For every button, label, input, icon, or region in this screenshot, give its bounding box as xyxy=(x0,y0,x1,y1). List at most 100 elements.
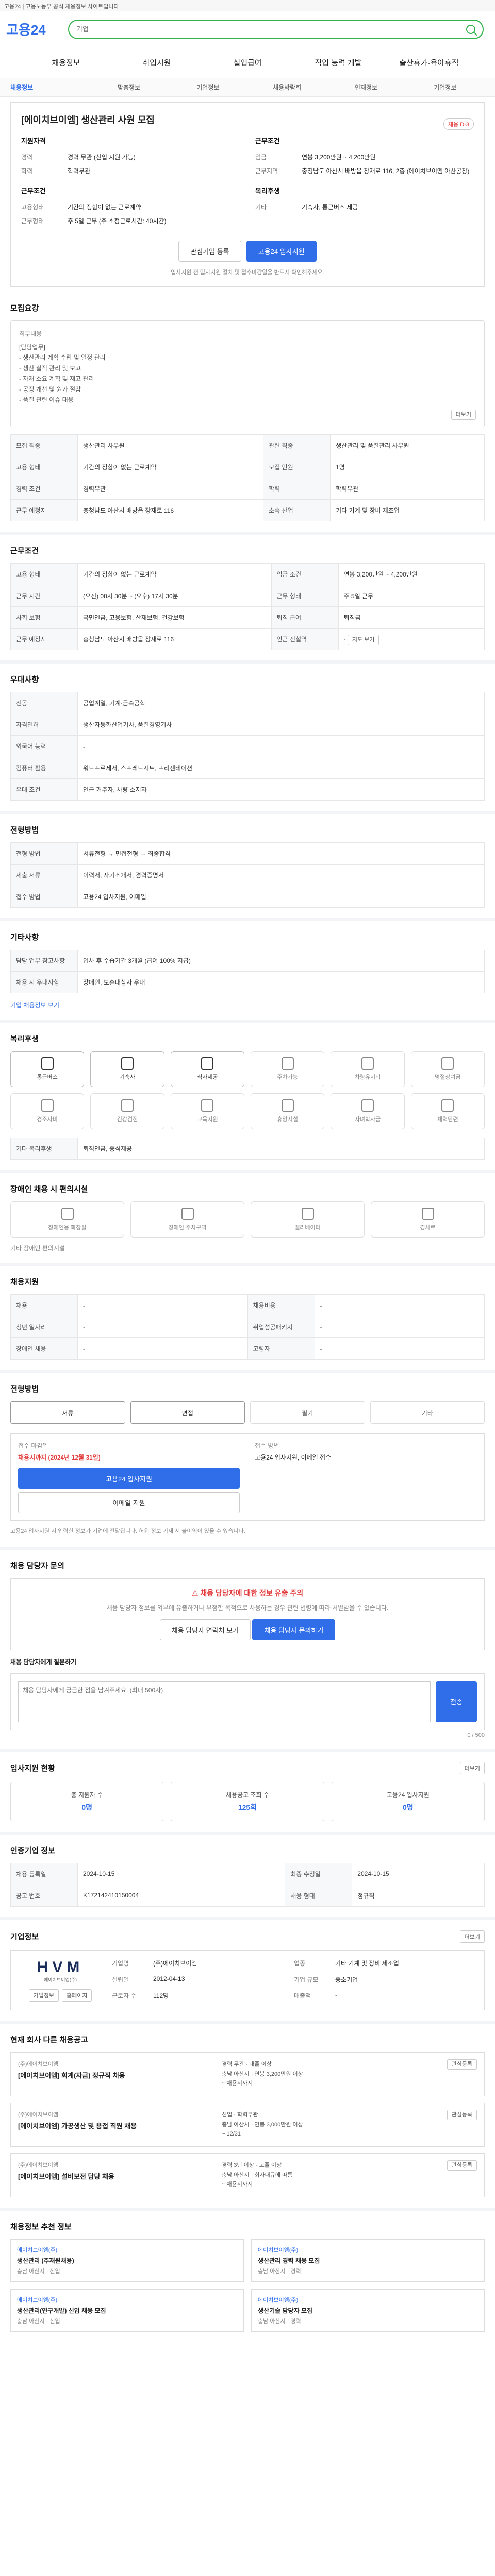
sub-nav: 채용정보 맞춤정보 기업정보 채용박람회 인재정보 기업정보 xyxy=(0,78,495,97)
welfare-item: 차량유지비 xyxy=(331,1051,405,1088)
table-header: 고용 형태 xyxy=(10,563,78,586)
apply-button[interactable]: 고용24 입사지원 xyxy=(246,241,317,262)
recommend-item[interactable]: 에이치브이엠(주) 생산기술 담당자 모집 충남 아산시 · 경력 xyxy=(251,2289,485,2332)
job-meta: 충남 아산시 · 회사내규에 따름 xyxy=(222,2172,293,2178)
stats-section: 입사지원 현황 더보기 총 지원자 수 0명 채용공고 조회 수 125회 고용24… xyxy=(0,1752,495,1835)
welfare-etc-table: 기타 복리후생 퇴직연금, 중식제공 xyxy=(10,1138,485,1160)
welfare-item: 명절상여금 xyxy=(410,1051,485,1088)
duty-more-button[interactable]: 더보기 xyxy=(451,410,476,420)
subnav-jobs[interactable]: 채용정보 xyxy=(10,83,89,92)
table-header: 컴퓨터 활용 xyxy=(10,757,78,779)
list-item[interactable]: (주)에이치브이엠 [에이치브이엠] 가공생산 및 용접 직원 채용 신입 · 학… xyxy=(10,2103,485,2147)
company-logo-text: HVM xyxy=(37,1958,84,1976)
job-meta: 경력 무관 · 대졸 이상 xyxy=(222,2061,272,2067)
disability-item-label: 장애인 주차구역 xyxy=(168,1225,207,1231)
logo[interactable]: 고용24 xyxy=(6,20,68,39)
map-button[interactable]: 지도 보기 xyxy=(347,634,380,645)
qa-box: 전송 xyxy=(10,1673,485,1730)
welfare-item-label: 통근버스 xyxy=(37,1074,58,1081)
rec-title[interactable]: 생산기술 담당자 모집 xyxy=(258,2306,478,2315)
company-jobs-link[interactable]: 기업 채용정보 보기 xyxy=(10,1001,485,1009)
rec-company: 에이치브이엠(주) xyxy=(17,2297,58,2304)
step-written: 필기 xyxy=(250,1401,365,1425)
steps-title: 전형방법 xyxy=(10,1385,39,1394)
steps-grid: 서류 면접 필기 기타 xyxy=(10,1401,485,1425)
table-row: 기타 복리후생 퇴직연금, 중식제공 xyxy=(10,1138,485,1160)
qa-label: 채용 담당자에게 질문하기 xyxy=(10,1658,77,1666)
scrap-company-button[interactable]: 관심기업 등록 xyxy=(178,241,241,262)
rec-title[interactable]: 생산관리 경력 채용 모집 xyxy=(258,2256,478,2265)
table-row: 근무 시간 (오전) 08시 30분 ~ (오후) 17시 30분 근무 형태 주 5… xyxy=(10,585,485,607)
employment-type-value: 기간의 정함이 없는 근로계약 xyxy=(68,204,141,211)
email-apply-button[interactable]: 이메일 지원 xyxy=(18,1492,240,1514)
stat-value: 0명 xyxy=(402,1803,414,1811)
table-row: 청년 일자리 - 취업성공패키지 - xyxy=(10,1316,485,1338)
recommend-grid: 에이치브이엠(주) 생산관리 (주재원채용) 충남 아산시 · 신입 에이치브이엠(… xyxy=(10,2239,485,2332)
rec-title[interactable]: 생산관리 (주재원채용) xyxy=(17,2256,237,2265)
welfare-item: 기숙사 xyxy=(90,1051,164,1088)
table-cell: 1명 xyxy=(330,456,485,479)
qualifications-section: 우대사항 전공 공업계열, 기계·금속공학 자격면허 생산자동화산업기사, 품질경영… xyxy=(0,664,495,815)
company-info-button[interactable]: 기업정보 xyxy=(28,1989,59,2002)
apply-note: 입사지원 전 입사지원 절차 및 접수마감일을 반드시 확인해주세요. xyxy=(171,269,324,276)
subnav-company-info[interactable]: 기업정보 xyxy=(406,83,485,92)
rec-title[interactable]: 생산관리(연구개발) 신입 채용 모집 xyxy=(17,2306,237,2315)
question-button[interactable]: 채용 담당자 문의하기 xyxy=(252,1619,336,1640)
contact-button[interactable]: 채용 담당자 연락처 보기 xyxy=(159,1619,251,1640)
table-header: 담당 업무 참고사항 xyxy=(10,950,78,972)
list-item[interactable]: (주)에이치브이엠 [에이치브이엠] 회계(자금) 정규직 채용 경력 무관 · … xyxy=(10,2052,485,2096)
table-header: 학력 xyxy=(263,478,331,500)
job-summary-card: [에이치브이엠] 생산관리 사원 모집 채용 D-3 지원자격 경력 경력 무관 … xyxy=(10,102,485,287)
recommend-item[interactable]: 에이치브이엠(주) 생산관리(연구개발) 신입 채용 모집충남 아산시 · 신입 xyxy=(10,2289,244,2332)
welfare-item: 교육지원 xyxy=(170,1093,244,1130)
nav-skill-development[interactable]: 직업 능력 개발 xyxy=(293,57,384,68)
subnav-company[interactable]: 기업정보 xyxy=(169,83,248,92)
welfare-item-label: 명절상여금 xyxy=(435,1074,461,1081)
subnav-talent[interactable]: 인재정보 xyxy=(326,83,405,92)
table-cell: - xyxy=(77,1337,248,1360)
company-more-button[interactable]: 더보기 xyxy=(459,1930,485,1943)
apply-button-bottom[interactable]: 고용24 입사지원 xyxy=(18,1468,240,1489)
subnav-custom[interactable]: 맞춤정보 xyxy=(89,83,168,92)
work-condition-heading: 근무조건 xyxy=(21,187,46,195)
stats-more-button[interactable]: 더보기 xyxy=(459,1761,485,1774)
rec-meta: 충남 아산시 · 신입 xyxy=(17,2318,60,2325)
scrap-button[interactable]: 관심등록 xyxy=(447,2110,477,2120)
table-cell: 생산관리 사무원 xyxy=(77,434,264,457)
table-header: 제출 서류 xyxy=(10,864,78,887)
welfare-icon xyxy=(361,1099,374,1112)
nav-parental-leave[interactable]: 출산휴가·육아휴직 xyxy=(384,57,474,68)
warn-box: ⚠ 채용 담당자에 대한 정보 유출 주의 채용 담당자 정보를 외부에 유출하… xyxy=(10,1578,485,1650)
table-row: 전공 공업계열, 기계·금속공학 xyxy=(10,692,485,715)
scrap-button[interactable]: 관심등록 xyxy=(447,2059,477,2070)
job-meta: 충남 아산시 · 연봉 3,200만원 이상 xyxy=(222,2071,303,2077)
recommend-item[interactable]: 에이치브이엠(주) 생산관리 경력 채용 모집 충남 아산시 · 경력 xyxy=(251,2239,485,2282)
welfare-item-label: 교육지원 xyxy=(197,1116,218,1123)
homepage-button[interactable]: 홈페이지 xyxy=(62,1989,92,2002)
stat-label: 고용24 입사지원 xyxy=(386,1791,430,1799)
list-item[interactable]: (주)에이치브이엠 [에이치브이엠] 설비보전 담당 채용 경력 3년 이상 · … xyxy=(10,2153,485,2198)
search-icon[interactable] xyxy=(466,24,475,34)
qa-textarea[interactable] xyxy=(18,1681,431,1722)
qa-submit-button[interactable]: 전송 xyxy=(436,1681,477,1722)
job-title-link[interactable]: [에이치브이엠] 회계(자금) 정규직 채용 xyxy=(18,2070,217,2080)
stat-value: 125회 xyxy=(238,1803,257,1811)
table-row: 우대 조건 인근 거주자, 차량 소지자 xyxy=(10,778,485,801)
steps-section: 전형방법 서류 면접 필기 기타 접수 마감일 채용시까지 (2024년 12월… xyxy=(0,1373,495,1550)
recommend-item[interactable]: 에이치브이엠(주) 생산관리 (주재원채용) 충남 아산시 · 신입 xyxy=(10,2239,244,2282)
support-table: 채용 - 채용비용 - 청년 일자리 - 취업성공패키지 - 장애인 채용 - 고령자 - xyxy=(10,1294,485,1360)
subnav-fair[interactable]: 채용박람회 xyxy=(248,83,326,92)
nav-employment-support[interactable]: 취업지원 xyxy=(111,57,202,68)
search-input[interactable] xyxy=(76,25,466,33)
job-title-link[interactable]: [에이치브이엠] 가공생산 및 용접 직원 채용 xyxy=(18,2121,217,2130)
support-section: 채용지원 채용 - 채용비용 - 청년 일자리 - 취업성공패키지 - 장애인 채용 - 고령자… xyxy=(0,1266,495,1374)
method-value: 고용24 입사지원, 이메일 접수 xyxy=(255,1454,332,1462)
scrap-button[interactable]: 관심등록 xyxy=(447,2160,477,2171)
job-title-link[interactable]: [에이치브이엠] 설비보전 담당 채용 xyxy=(18,2171,217,2181)
work-type-value: 주 5일 근무 (주 소정근로시간: 40시간) xyxy=(68,217,167,225)
method-label: 접수 방법 xyxy=(255,1442,279,1450)
table-cell: 기간의 정함이 없는 근로계약 xyxy=(77,563,272,586)
nav-jobs[interactable]: 채용정보 xyxy=(21,57,111,68)
disability-title: 장애인 채용 시 편의시설 xyxy=(10,1185,88,1194)
nav-unemployment-benefit[interactable]: 실업급여 xyxy=(202,57,293,68)
